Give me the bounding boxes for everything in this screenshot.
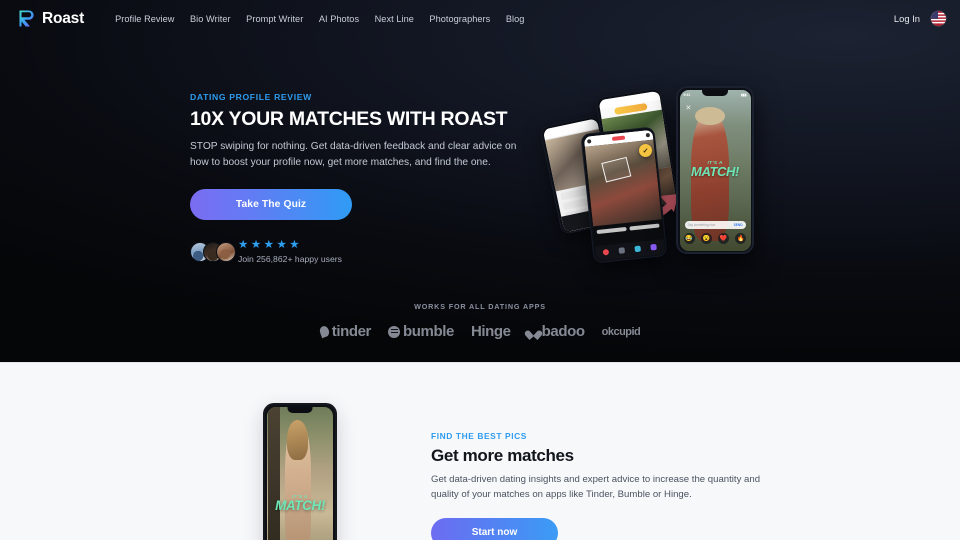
hero-subtitle: STOP swiping for nothing. Get data-drive… <box>190 141 517 168</box>
logo-hinge: Hinge <box>471 323 511 340</box>
feature-eyebrow: FIND THE BEST PICS <box>431 431 527 441</box>
us-flag-icon[interactable] <box>931 11 946 26</box>
reaction-icon[interactable]: 😮 <box>700 232 712 244</box>
feature-section: IT'S A MATCH! FIND THE BEST PICS Get mor… <box>0 362 960 540</box>
phone-mockup-front <box>580 126 668 264</box>
reaction-icon[interactable]: 🔥 <box>735 232 747 244</box>
star-icon: ★ <box>238 239 249 252</box>
logo-hinge-label: Hinge <box>470 323 511 340</box>
logo-tinder-label: tinder <box>331 323 372 340</box>
rating-block: ★ ★ ★ ★ ★ Join 256,862+ happy users <box>238 240 342 264</box>
feature-copy: FIND THE BEST PICS Get more matches Get … <box>431 431 791 540</box>
brand-logo[interactable]: Roast <box>18 9 84 28</box>
star-icon: ★ <box>263 239 274 252</box>
reaction-icon[interactable]: 😂 <box>683 232 695 244</box>
star-icon: ★ <box>289 239 300 252</box>
verified-check-icon: ✓ <box>639 144 652 157</box>
happy-users-count: Join 256,862+ happy users <box>238 253 342 264</box>
roast-r-logo-icon <box>19 10 34 27</box>
logo-badoo: badoo <box>528 323 585 340</box>
status-time: 9:41 <box>683 93 691 97</box>
nav-link-profile-review[interactable]: Profile Review <box>115 14 174 24</box>
status-icons: ▮▮▮ <box>740 93 747 97</box>
close-icon[interactable]: ✕ <box>686 104 692 112</box>
feature-match-overlay: IT'S A MATCH! <box>267 494 334 513</box>
logo-okcupid-label: okcupid <box>601 325 641 338</box>
hero-eyebrow: DATING PROFILE REVIEW <box>190 92 312 102</box>
star-icon: ★ <box>250 239 262 252</box>
hero-section: Roast Profile Review Bio Writer Prompt W… <box>0 0 960 362</box>
bumble-bee-icon <box>388 325 400 338</box>
match-overlay: IT'S A MATCH! <box>680 160 751 178</box>
reaction-bar: 😂 😮 ❤️ 🔥 <box>683 232 747 244</box>
message-input-placeholder: Say something nice <box>687 222 716 227</box>
logo-okcupid: okcupid <box>602 326 641 338</box>
us-flag-glyph <box>931 11 946 26</box>
star-icon: ★ <box>276 239 287 252</box>
nav-link-ai-photos[interactable]: AI Photos <box>319 14 359 24</box>
brand-name: Roast <box>42 9 85 27</box>
avatar <box>216 241 236 262</box>
match-text: MATCH! <box>691 164 739 180</box>
nav-link-bio-writer[interactable]: Bio Writer <box>190 14 231 24</box>
navbar-right: Log In <box>894 11 946 26</box>
feature-title: Get more matches <box>431 446 574 465</box>
tinder-flame-icon <box>318 324 331 339</box>
reaction-icon[interactable]: ❤️ <box>718 232 730 244</box>
nav-link-blog[interactable]: Blog <box>506 14 525 24</box>
nav-link-photographers[interactable]: Photographers <box>429 14 490 24</box>
send-button[interactable]: SEND <box>734 223 743 227</box>
dating-apps-logos: WORKS FOR ALL DATING APPS tinder bumble … <box>0 302 960 340</box>
feature-subtitle: Get data-driven dating insights and expe… <box>431 474 761 500</box>
logos-label: WORKS FOR ALL DATING APPS <box>414 302 546 311</box>
nav-links: Profile Review Bio Writer Prompt Writer … <box>115 14 524 24</box>
badoo-heart-icon <box>528 327 539 337</box>
logos-row: tinder bumble Hinge badoo okcupid <box>0 323 960 340</box>
nav-link-next-line[interactable]: Next Line <box>375 14 414 24</box>
hero-copy: DATING PROFILE REVIEW 10X YOUR MATCHES W… <box>190 92 530 264</box>
logo-tinder: tinder <box>318 323 372 340</box>
hero-title: 10X YOUR MATCHES WITH ROAST <box>190 108 508 130</box>
feature-phone-mockup: IT'S A MATCH! <box>263 403 337 540</box>
logo-bumble: bumble <box>388 323 454 340</box>
feature-match-text: MATCH! <box>275 497 325 513</box>
nav-link-prompt-writer[interactable]: Prompt Writer <box>246 14 303 24</box>
start-now-button[interactable]: Start now <box>431 517 558 540</box>
login-link[interactable]: Log In <box>894 13 920 24</box>
hero-phone-collage: ✓ 9:41 ▮▮▮ ✕ IT'S A MATCH! Say something… <box>539 84 778 264</box>
take-the-quiz-button[interactable]: Take The Quiz <box>190 189 352 221</box>
main-navbar: Roast Profile Review Bio Writer Prompt W… <box>0 0 960 37</box>
social-proof: ★ ★ ★ ★ ★ Join 256,862+ happy users <box>190 240 530 264</box>
phone-mockup-match: 9:41 ▮▮▮ ✕ IT'S A MATCH! Say something n… <box>676 86 754 254</box>
star-rating: ★ ★ ★ ★ ★ <box>238 240 342 252</box>
logo-badoo-label: badoo <box>541 323 585 340</box>
message-input[interactable]: Say something nice SEND <box>684 220 746 229</box>
avatar-group <box>190 241 236 262</box>
hero-content: DATING PROFILE REVIEW 10X YOUR MATCHES W… <box>0 0 960 362</box>
logo-bumble-label: bumble <box>403 323 454 340</box>
